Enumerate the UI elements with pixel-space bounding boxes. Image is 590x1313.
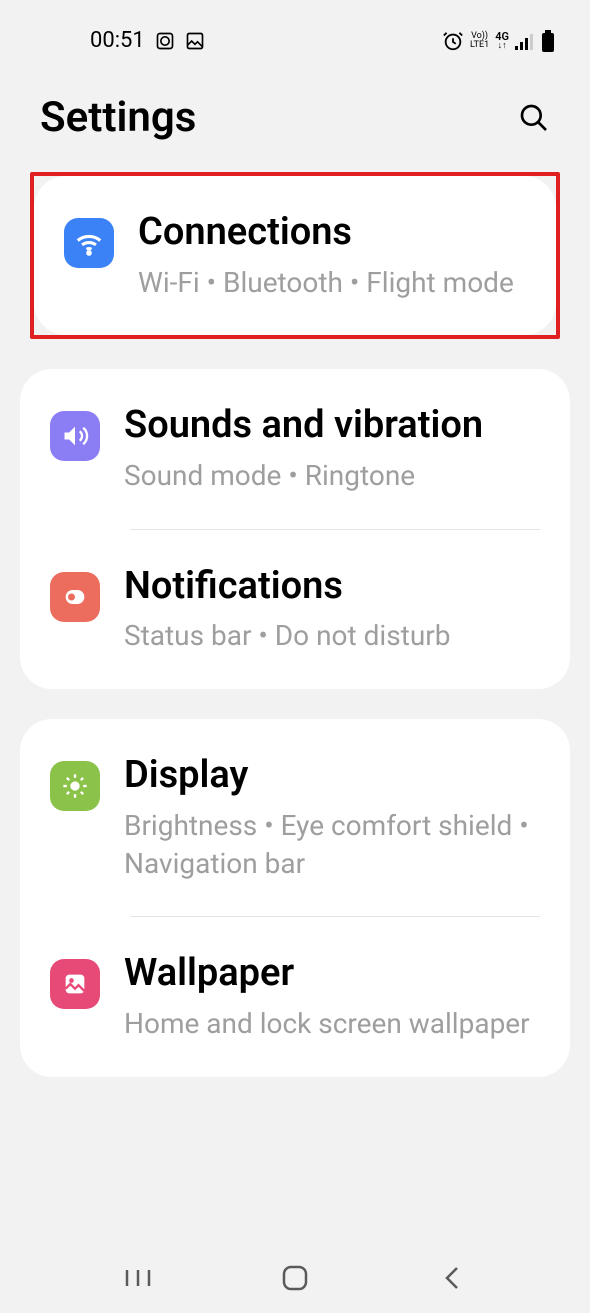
- volte-icon: Vo)) LTE1: [470, 32, 489, 50]
- setting-content: Wallpaper Home and lock screen wallpaper: [124, 951, 540, 1042]
- home-icon: [281, 1264, 309, 1292]
- setting-content: Notifications Status bar • Do not distur…: [124, 564, 540, 655]
- setting-title: Display: [124, 753, 540, 799]
- wifi-icon: [64, 218, 114, 268]
- status-bar: 00:51 Vo)) LTE1 4G ↓↑: [0, 0, 590, 63]
- setting-content: Display Brightness • Eye comfort shield …: [124, 753, 540, 882]
- status-right: Vo)) LTE1 4G ↓↑: [442, 30, 555, 52]
- search-button[interactable]: [518, 102, 550, 134]
- setting-subtitle: Status bar • Do not disturb: [124, 617, 540, 655]
- signal-icon: [515, 32, 535, 50]
- setting-title: Sounds and vibration: [124, 403, 540, 449]
- clock-app-icon: [155, 31, 175, 51]
- setting-content: Sounds and vibration Sound mode • Ringto…: [124, 403, 540, 494]
- back-button[interactable]: [432, 1258, 472, 1298]
- status-left: 00:51: [90, 28, 205, 53]
- setting-item-connections[interactable]: Connections Wi-Fi • Bluetooth • Flight m…: [34, 176, 556, 335]
- status-time: 00:51: [90, 28, 145, 53]
- back-icon: [442, 1264, 462, 1292]
- setting-content: Connections Wi-Fi • Bluetooth • Flight m…: [138, 210, 526, 301]
- settings-header: Settings: [0, 63, 590, 172]
- home-button[interactable]: [275, 1258, 315, 1298]
- setting-item-sounds[interactable]: Sounds and vibration Sound mode • Ringto…: [20, 369, 570, 528]
- recents-button[interactable]: [118, 1258, 158, 1298]
- navigation-bar: [0, 1243, 590, 1313]
- battery-icon: [541, 30, 555, 52]
- highlighted-section: Connections Wi-Fi • Bluetooth • Flight m…: [30, 172, 560, 339]
- setting-title: Wallpaper: [124, 951, 540, 997]
- settings-card-connections: Connections Wi-Fi • Bluetooth • Flight m…: [34, 176, 556, 335]
- notification-icon: [50, 572, 100, 622]
- recents-icon: [123, 1266, 153, 1290]
- image-app-icon: [185, 31, 205, 51]
- settings-card-sounds-notifications: Sounds and vibration Sound mode • Ringto…: [20, 369, 570, 689]
- page-title: Settings: [40, 93, 196, 142]
- setting-subtitle: Wi-Fi • Bluetooth • Flight mode: [138, 264, 526, 302]
- alarm-icon: [442, 30, 464, 52]
- settings-card-display-wallpaper: Display Brightness • Eye comfort shield …: [20, 719, 570, 1077]
- setting-item-display[interactable]: Display Brightness • Eye comfort shield …: [20, 719, 570, 916]
- setting-subtitle: Brightness • Eye comfort shield • Naviga…: [124, 807, 540, 883]
- setting-item-wallpaper[interactable]: Wallpaper Home and lock screen wallpaper: [20, 917, 570, 1076]
- setting-title: Connections: [138, 210, 526, 256]
- setting-subtitle: Sound mode • Ringtone: [124, 457, 540, 495]
- brightness-icon: [50, 761, 100, 811]
- setting-title: Notifications: [124, 564, 540, 610]
- search-icon: [518, 102, 550, 134]
- setting-item-notifications[interactable]: Notifications Status bar • Do not distur…: [20, 530, 570, 689]
- wallpaper-icon: [50, 959, 100, 1009]
- network-type-icon: 4G ↓↑: [495, 31, 509, 51]
- speaker-icon: [50, 411, 100, 461]
- setting-subtitle: Home and lock screen wallpaper: [124, 1005, 540, 1043]
